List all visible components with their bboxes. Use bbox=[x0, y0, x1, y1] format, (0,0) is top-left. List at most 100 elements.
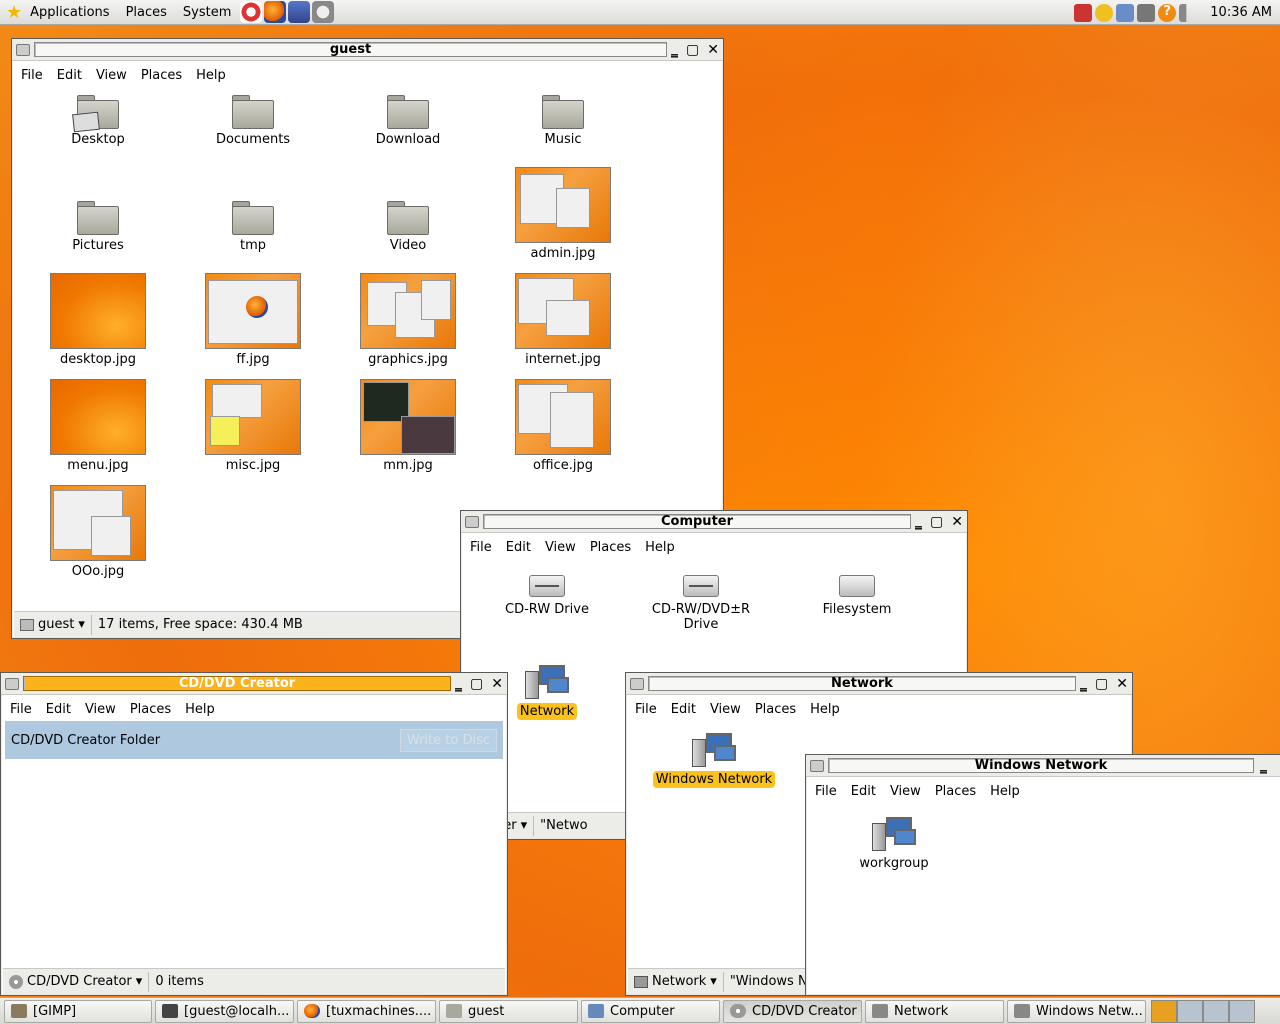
file-item[interactable]: office.jpg bbox=[493, 379, 633, 474]
menu-view[interactable]: View bbox=[538, 540, 583, 555]
file-item[interactable]: ff.jpg bbox=[183, 273, 323, 368]
close-icon[interactable]: ✕ bbox=[1116, 676, 1128, 692]
minimize-icon[interactable]: ‗ bbox=[1260, 758, 1267, 774]
workspace-4[interactable] bbox=[1229, 999, 1255, 1023]
window-menu-icon[interactable] bbox=[630, 677, 644, 690]
close-icon[interactable]: ✕ bbox=[951, 514, 963, 530]
task-computer[interactable]: Computer bbox=[581, 999, 720, 1023]
file-item[interactable]: Video bbox=[338, 201, 478, 254]
firefox-icon[interactable] bbox=[264, 1, 287, 23]
help-lifebuoy-icon[interactable] bbox=[240, 1, 263, 23]
menu-file[interactable]: File bbox=[14, 68, 50, 83]
window-menu-icon[interactable] bbox=[810, 759, 824, 772]
task-guest[interactable]: guest bbox=[439, 999, 578, 1023]
file-item[interactable]: graphics.jpg bbox=[338, 273, 478, 368]
menu-help[interactable]: Help bbox=[983, 784, 1027, 799]
drive-item[interactable]: CD-RW/DVD±R Drive bbox=[631, 571, 771, 633]
file-item[interactable]: Download bbox=[338, 95, 478, 148]
menu-help[interactable]: Help bbox=[638, 540, 682, 555]
lemon-icon[interactable] bbox=[1095, 3, 1114, 22]
menu-file[interactable]: File bbox=[3, 702, 39, 717]
file-item[interactable]: Desktop bbox=[28, 95, 168, 148]
file-item[interactable]: menu.jpg bbox=[28, 379, 168, 474]
phone-icon[interactable] bbox=[1074, 3, 1093, 22]
computer-titlebar[interactable]: Computer ‗ ▢ ✕ bbox=[461, 511, 967, 533]
menu-places[interactable]: Places bbox=[583, 540, 638, 555]
file-item[interactable]: tmp bbox=[183, 201, 323, 254]
satellite-icon[interactable] bbox=[1137, 3, 1156, 22]
menu-places[interactable]: Places bbox=[928, 784, 983, 799]
file-item[interactable]: desktop.jpg bbox=[28, 273, 168, 368]
windows-network-icon-view[interactable]: workgroup bbox=[808, 803, 1280, 993]
minimize-icon[interactable]: ‗ bbox=[915, 514, 922, 530]
cddvd-titlebar[interactable]: CD/DVD Creator ‗ ▢ ✕ bbox=[1, 673, 507, 695]
file-item[interactable]: mm.jpg bbox=[338, 379, 478, 474]
windows-network-titlebar[interactable]: Windows Network ‗ bbox=[806, 755, 1280, 777]
workgroup-item[interactable]: workgroup bbox=[824, 815, 964, 872]
applications-menu[interactable]: Applications bbox=[22, 5, 117, 20]
menu-view[interactable]: View bbox=[703, 702, 748, 717]
menu-edit[interactable]: Edit bbox=[844, 784, 883, 799]
close-icon[interactable]: ✕ bbox=[707, 42, 719, 58]
task-gimp[interactable]: [GIMP] bbox=[4, 999, 152, 1023]
file-item[interactable]: Documents bbox=[183, 95, 323, 148]
menu-edit[interactable]: Edit bbox=[499, 540, 538, 555]
minimize-icon[interactable]: ‗ bbox=[455, 676, 462, 692]
drive-item[interactable]: CD-RW Drive bbox=[477, 571, 617, 618]
places-menu[interactable]: Places bbox=[118, 5, 175, 20]
workspace-1[interactable] bbox=[1151, 999, 1177, 1023]
location-dropdown[interactable]: guest ▾ bbox=[14, 614, 92, 635]
task-firefox[interactable]: [tuxmachines.... bbox=[297, 999, 436, 1023]
menu-help[interactable]: Help bbox=[189, 68, 233, 83]
minimize-icon[interactable]: ‗ bbox=[1080, 676, 1087, 692]
window-menu-icon[interactable] bbox=[5, 677, 19, 690]
menu-file[interactable]: File bbox=[808, 784, 844, 799]
volume-icon[interactable] bbox=[1179, 3, 1198, 22]
menu-view[interactable]: View bbox=[78, 702, 123, 717]
menu-places[interactable]: Places bbox=[748, 702, 803, 717]
location-dropdown[interactable]: Network ▾ bbox=[628, 971, 724, 992]
menu-edit[interactable]: Edit bbox=[39, 702, 78, 717]
screenshot-icon[interactable] bbox=[312, 1, 335, 23]
window-menu-icon[interactable] bbox=[16, 43, 30, 56]
file-item[interactable]: Pictures bbox=[28, 201, 168, 254]
file-item[interactable]: misc.jpg bbox=[183, 379, 323, 474]
menu-view[interactable]: View bbox=[89, 68, 134, 83]
cddvd-icon-view[interactable]: CD/DVD Creator Folder Write to Disc bbox=[3, 721, 505, 967]
maximize-icon[interactable]: ▢ bbox=[1095, 676, 1108, 692]
system-menu[interactable]: System bbox=[175, 5, 239, 20]
maximize-icon[interactable]: ▢ bbox=[470, 676, 483, 692]
menu-file[interactable]: File bbox=[463, 540, 499, 555]
workspace-2[interactable] bbox=[1177, 999, 1203, 1023]
menu-places[interactable]: Places bbox=[123, 702, 178, 717]
menu-help[interactable]: Help bbox=[178, 702, 222, 717]
email-icon[interactable] bbox=[288, 1, 311, 23]
file-item[interactable]: Music bbox=[493, 95, 633, 148]
menu-edit[interactable]: Edit bbox=[664, 702, 703, 717]
write-to-disc-button[interactable]: Write to Disc bbox=[399, 728, 497, 752]
task-terminal[interactable]: [guest@localh... bbox=[155, 999, 294, 1023]
menu-view[interactable]: View bbox=[883, 784, 928, 799]
minimize-icon[interactable]: ‗ bbox=[671, 42, 678, 58]
network-applet-icon[interactable] bbox=[1116, 3, 1135, 22]
menu-help[interactable]: Help bbox=[803, 702, 847, 717]
menu-edit[interactable]: Edit bbox=[50, 68, 89, 83]
menu-places[interactable]: Places bbox=[134, 68, 189, 83]
network-item[interactable]: Windows Network bbox=[644, 731, 784, 788]
window-menu-icon[interactable] bbox=[465, 515, 479, 528]
workspace-3[interactable] bbox=[1203, 999, 1229, 1023]
maximize-icon[interactable]: ▢ bbox=[930, 514, 943, 530]
star-icon[interactable]: ★ bbox=[0, 2, 22, 23]
network-titlebar[interactable]: Network ‗ ▢ ✕ bbox=[626, 673, 1132, 695]
location-dropdown[interactable]: CD/DVD Creator ▾ bbox=[3, 971, 150, 992]
task-cddvd-creator[interactable]: CD/DVD Creator bbox=[723, 999, 862, 1023]
task-network[interactable]: Network bbox=[865, 999, 1004, 1023]
drive-item[interactable]: Filesystem bbox=[787, 571, 927, 618]
close-icon[interactable]: ✕ bbox=[491, 676, 503, 692]
file-item[interactable]: OOo.jpg bbox=[28, 485, 168, 580]
maximize-icon[interactable]: ▢ bbox=[686, 42, 699, 58]
task-windows-network[interactable]: Windows Netw... bbox=[1007, 999, 1146, 1023]
menu-file[interactable]: File bbox=[628, 702, 664, 717]
file-item[interactable]: admin.jpg bbox=[493, 167, 633, 262]
file-item[interactable]: internet.jpg bbox=[493, 273, 633, 368]
